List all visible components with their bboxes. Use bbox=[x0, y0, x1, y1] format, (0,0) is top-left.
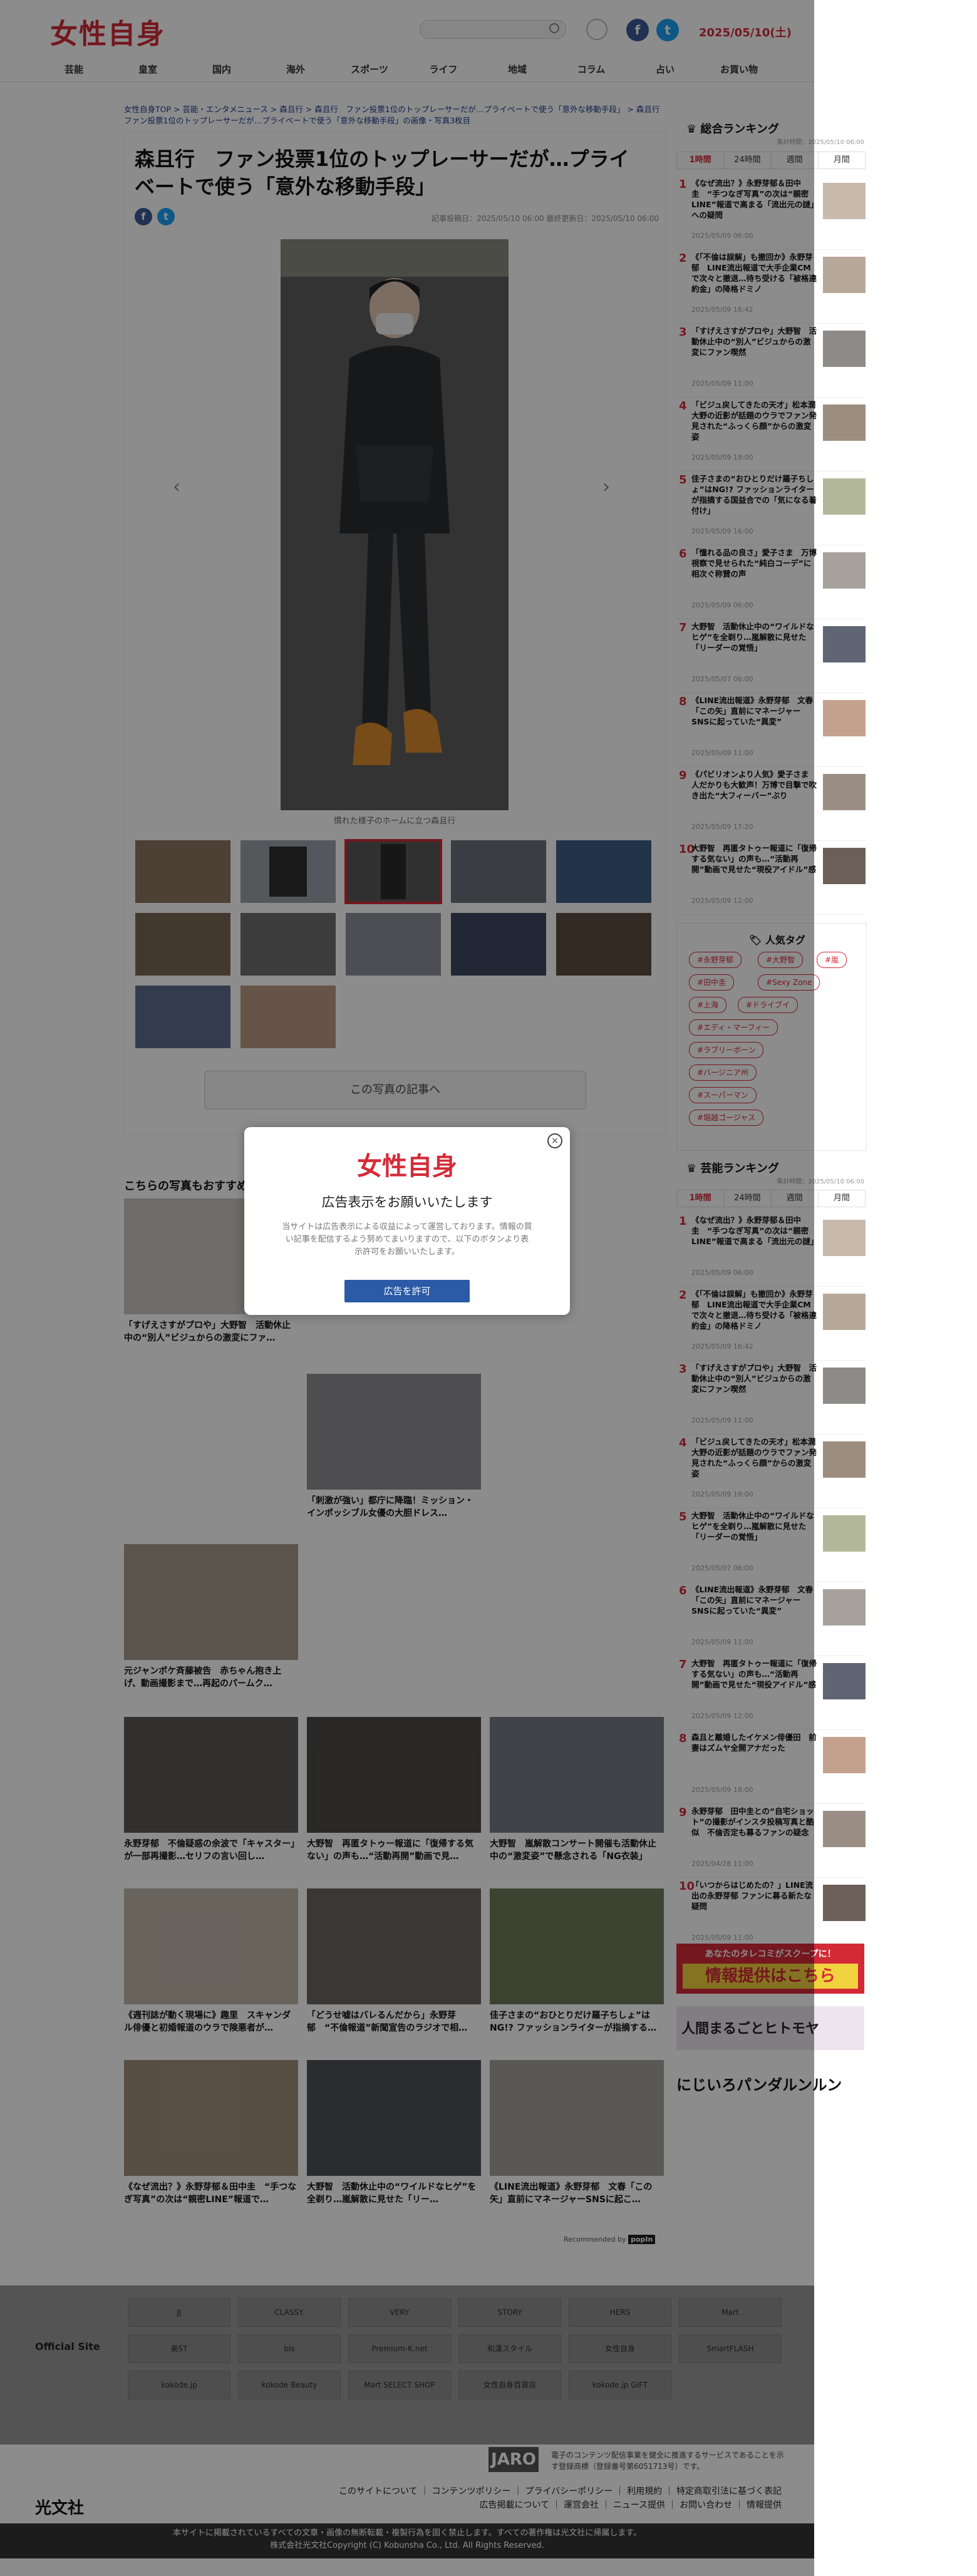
ranking-thumbnail[interactable] bbox=[823, 404, 866, 441]
ranking-thumbnail[interactable] bbox=[823, 1885, 866, 1921]
tab-month[interactable]: 月間 bbox=[819, 1190, 865, 1207]
ranking-thumbnail[interactable] bbox=[823, 626, 866, 662]
ad-permission-dialog: × 女性自身 広告表示をお願いいたします 当サイトは広告表示による収益によって運… bbox=[244, 1127, 570, 1315]
ranking-thumbnail[interactable] bbox=[823, 478, 866, 515]
ranking-thumbnail[interactable] bbox=[823, 700, 866, 736]
modal-logo: 女性自身 bbox=[357, 1151, 457, 1181]
ranking-thumbnail[interactable] bbox=[823, 1368, 866, 1404]
ranking-thumbnail[interactable] bbox=[823, 257, 866, 293]
ranking-thumbnail[interactable] bbox=[823, 1441, 866, 1478]
ranking-thumbnail[interactable] bbox=[823, 1294, 866, 1330]
tag-link[interactable]: #嵐 bbox=[817, 952, 847, 968]
ranking-thumbnail[interactable] bbox=[823, 1811, 866, 1847]
ranking-thumbnail[interactable] bbox=[823, 848, 866, 884]
ranking-thumbnail[interactable] bbox=[823, 183, 866, 219]
allow-ads-button[interactable]: 広告を許可 bbox=[344, 1280, 470, 1302]
ranking-thumbnail[interactable] bbox=[823, 552, 866, 589]
ranking-thumbnail[interactable] bbox=[823, 1515, 866, 1552]
ranking-thumbnail[interactable] bbox=[823, 1737, 866, 1773]
ranking-thumbnail[interactable] bbox=[823, 1663, 866, 1699]
ranking-thumbnail[interactable] bbox=[823, 774, 866, 810]
tab-month[interactable]: 月間 bbox=[819, 152, 865, 168]
ranking-thumbnail[interactable] bbox=[823, 331, 866, 367]
modal-text: 当サイトは広告表示による収益によって運営しております。情報の質い記事を配信するよ… bbox=[282, 1222, 532, 1257]
ranking-thumbnail[interactable] bbox=[823, 1220, 866, 1256]
ranking-thumbnail[interactable] bbox=[823, 1589, 866, 1625]
modal-title: 広告表示をお願いいたします bbox=[321, 1195, 493, 1210]
